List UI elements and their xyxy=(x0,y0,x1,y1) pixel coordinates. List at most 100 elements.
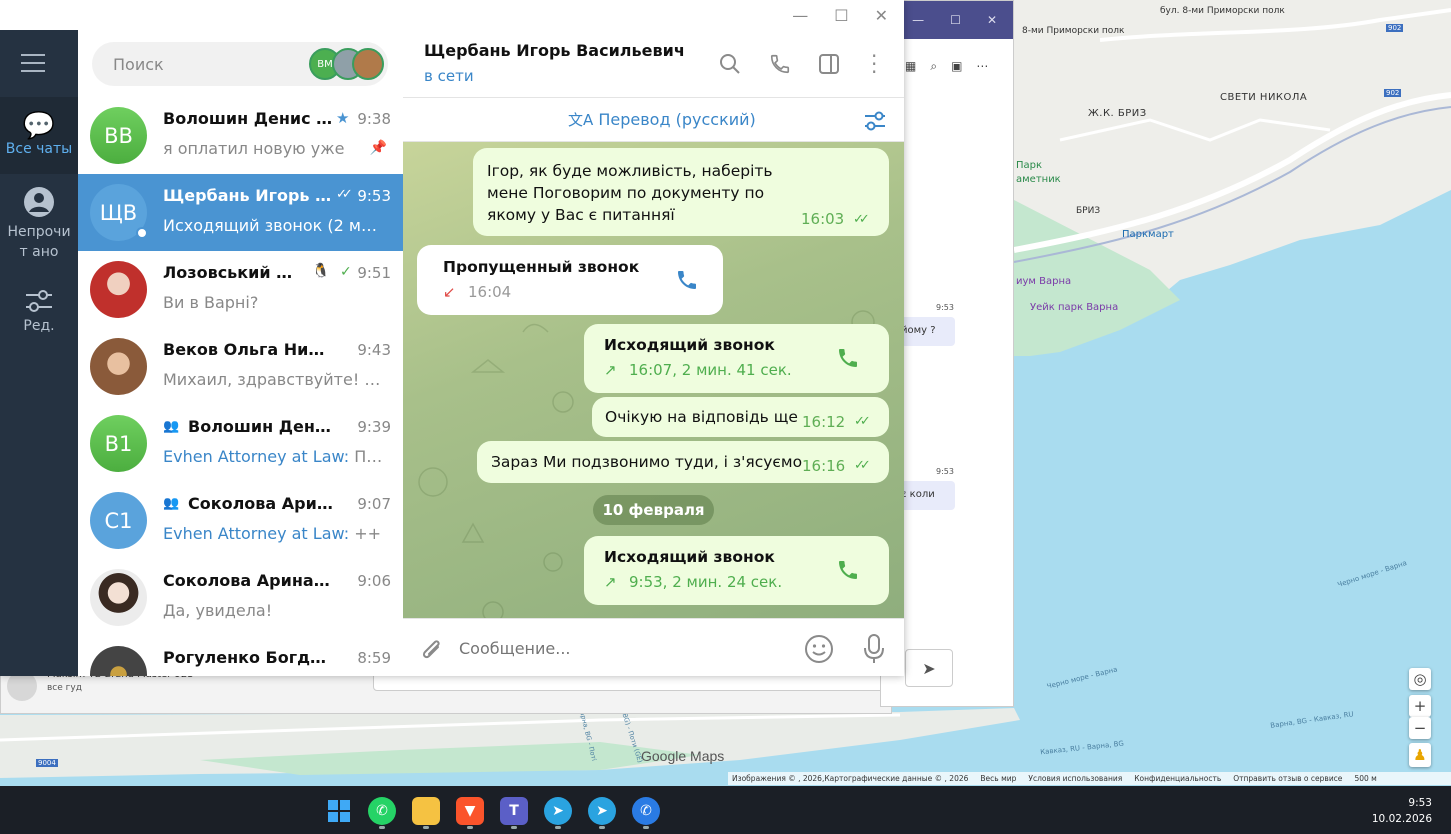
road-number-badge: 9004 xyxy=(36,759,58,767)
road-number-badge: 902 xyxy=(1384,89,1402,97)
chat-preview: Evhen Attorney at Law: При... xyxy=(163,447,385,466)
contact-status: в сети xyxy=(424,67,474,85)
message-time: 16:03 xyxy=(801,210,845,228)
maximize-button[interactable]: ☐ xyxy=(834,6,848,25)
translate-bar[interactable]: 文A Перевод (русский) xyxy=(403,98,904,142)
search-icon[interactable]: ⌕ xyxy=(930,59,937,74)
my-location-button[interactable]: ◎ xyxy=(1409,668,1431,690)
translate-button[interactable]: 文A Перевод (русский) xyxy=(568,109,756,130)
chat-row[interactable]: Веков Ольга Николае... 9:43 Михаил, здра… xyxy=(78,328,403,405)
grid-icon[interactable]: ▦ xyxy=(905,59,916,74)
chat-list: Поиск ВМ ВВ Волошин Денис Ва... ★ 9:38 я… xyxy=(78,30,403,676)
chat-row[interactable]: В1 👥 Волошин Денис В... 9:39 Evhen Attor… xyxy=(78,405,403,482)
maximize-button[interactable]: ☐ xyxy=(950,13,961,27)
more-icon[interactable]: ⋯ xyxy=(976,59,988,74)
search-placeholder: Поиск xyxy=(113,54,164,74)
chat-header[interactable]: Щербань Игорь Васильевич в сети · · · xyxy=(403,30,904,98)
teams-icon[interactable]: T xyxy=(500,797,528,825)
zoom-in-button[interactable]: + xyxy=(1409,695,1431,717)
search-icon[interactable] xyxy=(719,53,741,75)
message-bubble-outgoing[interactable]: Зараз Ми подзвонимо туди, і з'ясуємо 16:… xyxy=(477,441,889,483)
close-button[interactable]: ✕ xyxy=(875,6,888,25)
send-icon: ➤ xyxy=(922,658,936,678)
telegram-icon-2[interactable]: ➤ xyxy=(588,797,616,825)
feedback-link[interactable]: Отправить отзыв о сервисе xyxy=(1233,774,1342,783)
chat-row[interactable]: Соколова Арина Игор... 9:06 Да, увидела! xyxy=(78,559,403,636)
system-clock[interactable]: 9:53 10.02.2026 xyxy=(1372,795,1432,827)
read-check-icon: ✓✓ xyxy=(854,458,871,473)
chat-row[interactable]: ЩВ Щербань Игорь Ва... ✓✓ 9:53 Исходящий… xyxy=(78,174,403,251)
message-bubble-incoming[interactable]: Пропущенный звонок ↙ 16:04 xyxy=(417,245,723,315)
folders-sidebar: 💬 Все чаты Непрочит ано Ред. xyxy=(0,30,78,676)
whatsapp-icon[interactable]: ✆ xyxy=(368,797,396,825)
attach-paperclip-icon[interactable] xyxy=(419,635,445,663)
file-explorer-icon[interactable] xyxy=(412,797,440,825)
map-label[interactable]: иум Варна xyxy=(1016,276,1071,287)
close-button[interactable]: ✕ xyxy=(987,13,997,27)
privacy-link[interactable]: Конфиденциальность xyxy=(1134,774,1221,783)
pin-icon: 📌 xyxy=(369,140,387,156)
telegram-icon[interactable]: ➤ xyxy=(544,797,572,825)
chat-row[interactable]: Рогуленко Богдан Анд... 8:59 xyxy=(78,636,403,676)
send-button[interactable]: ➤ xyxy=(905,649,953,687)
running-indicator xyxy=(467,826,473,829)
chat-preview: Да, увидела! xyxy=(163,601,273,620)
street-view-pegman-button[interactable]: ♟ xyxy=(1409,743,1431,767)
sender-name: Evhen Attorney at Law: xyxy=(163,447,350,466)
sidebar-toggle-icon[interactable] xyxy=(818,53,840,75)
folder-unread[interactable]: Непрочит ано xyxy=(0,186,78,262)
translate-settings-icon[interactable] xyxy=(863,110,887,132)
message-time: 16:12 xyxy=(802,413,846,431)
emoji-icon[interactable] xyxy=(804,634,834,664)
contact-name[interactable]: Щербань Игорь Васильевич xyxy=(424,41,685,60)
chat-row[interactable]: ВВ Волошин Денис Ва... ★ 9:38 я оплатил … xyxy=(78,97,403,174)
message-text: ++ xyxy=(349,524,382,543)
avatar: В1 xyxy=(90,415,147,472)
chat-preview: Исходящий звонок (2 мин. ... xyxy=(163,216,385,235)
windows-start-icon[interactable] xyxy=(325,797,353,825)
folder-edit[interactable]: Ред. xyxy=(0,288,78,334)
messages-area[interactable]: Ігор, як буде можливість, наберіть мене … xyxy=(403,142,904,618)
phone-icon[interactable] xyxy=(769,53,791,75)
date-separator: 10 февраля xyxy=(593,495,714,525)
zoom-out-button[interactable]: − xyxy=(1409,717,1431,739)
message-bubble-outgoing[interactable]: Исходящий звонок ↗ 16:07, 2 мин. 41 сек. xyxy=(584,324,889,393)
brave-icon[interactable]: ▼ xyxy=(456,797,484,825)
map-label-wakepark[interactable]: Уейк парк Варна xyxy=(1030,302,1118,313)
chat-name: Соколова Арина Игор... xyxy=(163,571,333,590)
sender-name: Evhen Attorney at Law: xyxy=(163,524,350,543)
chat-time: 8:59 xyxy=(357,649,391,667)
story-avatar[interactable] xyxy=(352,48,384,80)
terms-link[interactable]: Условия использования xyxy=(1028,774,1122,783)
viber-icon[interactable]: ✆ xyxy=(632,797,660,825)
message-input[interactable] xyxy=(459,633,779,663)
group-icon: 👥 xyxy=(163,496,180,511)
windows-taskbar xyxy=(0,786,1451,834)
microphone-icon[interactable] xyxy=(863,633,885,665)
call-title: Исходящий звонок xyxy=(604,548,775,566)
screen-share-icon[interactable]: ▣ xyxy=(951,59,962,74)
translate-label: Перевод (русский) xyxy=(598,110,756,129)
online-indicator xyxy=(136,227,148,239)
folder-all-chats[interactable]: 💬 Все чаты xyxy=(0,97,78,174)
message-bubble: йому ? xyxy=(895,317,955,346)
telegram-window[interactable]: — ☐ ✕ 💬 Все чаты Непрочит ано Ред. Поиск… xyxy=(0,0,904,676)
chat-row[interactable]: С1 👥 Соколова Арина И... 9:07 Evhen Atto… xyxy=(78,482,403,559)
emoji-status-icon: 🐧 xyxy=(312,263,330,279)
map-label-parkmart[interactable]: Паркмарт xyxy=(1122,229,1174,240)
message-bubble-outgoing[interactable]: Очікую на відповідь ще 16:12 ✓✓ xyxy=(592,397,889,437)
minimize-button[interactable]: — xyxy=(912,13,924,27)
menu-button[interactable] xyxy=(21,54,45,72)
call-phone-icon[interactable] xyxy=(836,346,860,370)
chat-row[interactable]: Лозовський Се... 🐧 ✓ 9:51 Ви в Варні? xyxy=(78,251,403,328)
minimize-button[interactable]: — xyxy=(792,6,808,25)
map-label: БРИЗ xyxy=(1076,206,1101,216)
search-input[interactable]: Поиск ВМ xyxy=(92,42,388,86)
call-phone-icon[interactable] xyxy=(836,558,860,582)
message-bubble-outgoing[interactable]: Ігор, як буде можливість, наберіть мене … xyxy=(473,148,889,236)
more-menu-icon[interactable]: · · · xyxy=(871,46,877,82)
message-bubble-outgoing[interactable]: Исходящий звонок ↗ 9:53, 2 мин. 24 сек. xyxy=(584,536,889,605)
call-back-phone-icon[interactable] xyxy=(675,268,699,292)
chat-time: 9:06 xyxy=(357,572,391,590)
attribution-link[interactable]: Весь мир xyxy=(980,774,1016,783)
